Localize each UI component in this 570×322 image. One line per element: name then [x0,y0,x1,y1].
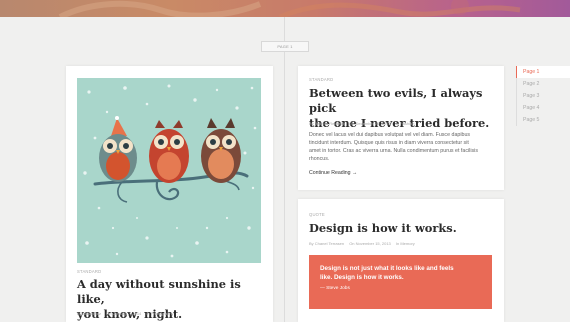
post-category[interactable]: In Memory [396,241,415,246]
post-card-two-evils[interactable]: STANDARD Between two evils, I always pic… [298,66,504,190]
post-card-owls[interactable]: STANDARD A day without sunshine is like,… [66,66,273,322]
post-meta: By Chanel Terrasen On November 15, 2013 … [309,241,419,246]
pagination-item-page-1[interactable]: Page 1 [516,66,570,78]
post-meta: By Anna Diaz On January 7, 2014 In Photo… [77,311,178,316]
owls-illustration[interactable] [77,78,261,263]
pagination-item-page-3[interactable]: Page 3 [516,90,570,102]
pagination-nav: Page 1 Page 2 Page 3 Page 4 Page 5 [516,66,570,126]
quote-line: Design is not just what it looks like an… [320,265,454,272]
post-card-quote[interactable]: QUOTE Design is how it works. By Chanel … [298,199,504,322]
quote-line: like. Design is how it works. [320,274,404,281]
post-author[interactable]: By Chanel Terrasen [309,241,344,246]
post-title[interactable]: Design is how it works. [309,221,457,236]
quote-block: Design is not just what it looks like an… [309,255,492,309]
post-type-label: STANDARD [309,77,334,82]
post-author[interactable]: By Belinda Redfield [309,121,344,126]
continue-reading-link[interactable]: Continue Reading → [309,170,357,176]
post-type-label: STANDARD [77,269,102,274]
post-date[interactable]: On December 29, 2013 [349,121,391,126]
post-title-line[interactable]: Between two evils, I always pick [309,86,504,116]
excerpt-line: tincidunt interdum. Quisque quis risus i… [309,139,469,146]
post-date[interactable]: On January 7, 2014 [106,311,141,316]
excerpt-line: Donec vel lacus vel dui dapibus volutpat… [309,132,471,138]
timeline-line [284,17,285,322]
excerpt-line: rhoncus. [309,155,330,162]
pagination-item-page-5[interactable]: Page 5 [516,114,570,126]
post-title-line[interactable]: A day without sunshine is like, [77,277,272,307]
post-excerpt: Donec vel lacus vel dui dapibus volutpat… [309,132,501,164]
header-banner [0,0,570,17]
pagination-item-page-2[interactable]: Page 2 [516,78,570,90]
excerpt-line: amet in tortor. Cras ac viverra urna. Nu… [309,147,478,154]
post-type-label: QUOTE [309,212,325,217]
page-marker: PAGE 1 [261,41,309,52]
pagination-item-page-4[interactable]: Page 4 [516,102,570,114]
post-meta: By Belinda Redfield On December 29, 2013… [309,121,418,126]
post-category[interactable]: In Fashion [396,121,415,126]
post-date[interactable]: On November 15, 2013 [349,241,391,246]
post-category[interactable]: In Photography [146,311,173,316]
post-author[interactable]: By Anna Diaz [77,311,101,316]
quote-author: — Steve Jobs [320,286,350,291]
